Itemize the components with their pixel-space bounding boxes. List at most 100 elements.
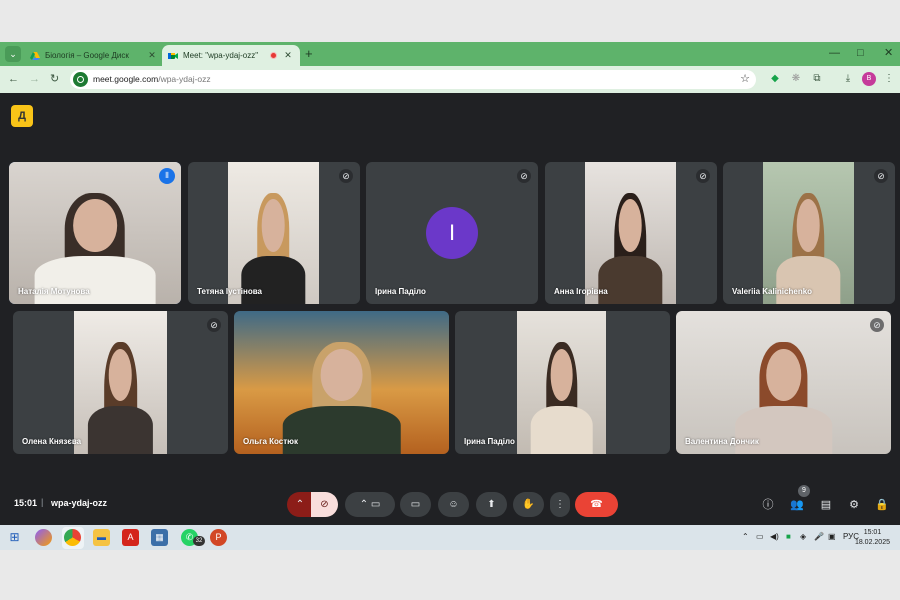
minimize-button[interactable]: — [829, 46, 840, 60]
extension-icon[interactable]: ❋ [789, 72, 803, 86]
browser-tab-strip: ⌄ Біологія – Google Диск ✕ Meet: "wpa-yd… [0, 42, 900, 66]
browser-toolbar: ← → ↻ meet.google.com/wpa-ydaj-ozz ☆ ◆ ❋… [0, 66, 900, 93]
chrome-icon[interactable] [64, 529, 81, 546]
audio-options-chevron-icon[interactable]: ⌃ [287, 492, 313, 517]
participant-name: Ірина Паділо [464, 437, 515, 446]
close-tab-icon[interactable]: ✕ [282, 50, 294, 61]
meeting-time: 15:01 [14, 498, 38, 508]
leave-call-button[interactable]: ☎ [575, 492, 618, 517]
acrobat-icon[interactable]: A [122, 529, 139, 546]
participant-tile[interactable]: I ⊘ Ірина Паділо [366, 162, 538, 304]
participant-tile[interactable]: ⊘ Валентина Дончик [676, 311, 891, 454]
tab-search-button[interactable]: ⌄ [5, 46, 21, 62]
mic-toggle-button[interactable]: ⊘ [311, 492, 338, 517]
close-tab-icon[interactable]: ✕ [146, 50, 158, 61]
people-icon[interactable]: 👥 [789, 497, 805, 513]
host-controls-icon[interactable]: 🔒 [874, 497, 890, 513]
participant-name: Тетяна Іустінова [197, 287, 262, 296]
tab-google-meet[interactable]: Meet: "wpa-ydaj-ozz" ✕ [162, 45, 300, 66]
separator: | [41, 497, 44, 507]
participant-name: Ірина Паділо [375, 287, 426, 296]
captions-button[interactable]: ▭ [400, 492, 431, 517]
clock-time: 15:01 [863, 529, 882, 536]
participant-tile[interactable]: Ольга Костюк [234, 311, 449, 454]
top-margin [0, 0, 900, 42]
meeting-info-icon[interactable]: ⓘ [760, 497, 776, 513]
tray-shield-icon[interactable]: ◈ [800, 532, 806, 541]
extensions-puzzle-icon[interactable]: ⧉ [810, 72, 824, 86]
tab-title: Біологія – Google Диск [45, 51, 129, 60]
url-host: meet.google.com [93, 74, 159, 84]
tray-app-icon[interactable]: ■ [786, 532, 791, 541]
camera-toggle-button[interactable]: ⌃ ▭ [345, 492, 395, 517]
url-text[interactable]: meet.google.com/wpa-ydaj-ozz [93, 74, 211, 84]
people-count-badge: 9 [798, 485, 810, 497]
bookmark-star-icon[interactable]: ☆ [740, 72, 750, 85]
site-info-icon[interactable] [73, 72, 88, 87]
participant-tile[interactable]: ⊘ Олена Князєва [13, 311, 228, 454]
system-clock[interactable]: 15:01 18.02.2025 [855, 528, 890, 548]
present-screen-button[interactable]: ⬆ [476, 492, 507, 517]
participant-tile[interactable]: ⦀ Наталія Мотунова [9, 162, 181, 304]
mic-off-icon: ⊘ [870, 318, 884, 332]
tray-overflow-icon[interactable]: ⌃ [742, 532, 749, 541]
meet-control-bar: 15:01 | wpa-ydaj-ozz ⌃ ⊘ ⌃ ▭ ▭ ☺ ⬆ ✋ ⋮ ☎… [0, 488, 900, 522]
microphone-tray-icon[interactable]: 🎤 [814, 532, 824, 541]
shield-extension-icon[interactable]: ◆ [768, 72, 782, 86]
close-window-button[interactable]: ✕ [884, 46, 893, 60]
tab-title: Meet: "wpa-ydaj-ozz" [183, 51, 259, 60]
maximize-button[interactable]: □ [857, 46, 864, 60]
google-meet-icon [168, 52, 178, 59]
powerpoint-icon[interactable]: P [210, 529, 227, 546]
emoji-reaction-button[interactable]: ☺ [438, 492, 469, 517]
participant-name: Valeriia Kalinichenko [732, 287, 813, 296]
url-path: /wpa-ydaj-ozz [158, 74, 211, 84]
mic-off-icon: ⊘ [874, 169, 888, 183]
volume-icon[interactable]: ◀) [770, 532, 779, 541]
profile-avatar[interactable]: B [862, 72, 876, 86]
more-options-button[interactable]: ⋮ [550, 492, 570, 517]
screenshot-frame: ⌄ Біологія – Google Диск ✕ Meet: "wpa-yd… [0, 0, 900, 600]
clock-date: 18.02.2025 [854, 539, 890, 546]
reload-icon[interactable]: ↻ [50, 72, 59, 86]
forward-arrow-icon[interactable]: → [29, 72, 40, 86]
mic-off-icon: ⊘ [696, 169, 710, 183]
activities-icon[interactable]: ⚙ [846, 497, 862, 513]
participant-tile[interactable]: ⊘ Тетяна Іустінова [188, 162, 360, 304]
file-explorer-icon[interactable]: ▬ [93, 529, 110, 546]
google-drive-icon [30, 51, 40, 60]
browser-menu-icon[interactable]: ⋮ [882, 72, 896, 86]
meeting-logo: Д [11, 105, 33, 127]
windows-start-icon[interactable]: ⊞ [6, 529, 23, 546]
recording-indicator-icon [270, 52, 277, 59]
address-bar[interactable]: meet.google.com/wpa-ydaj-ozz ☆ [70, 70, 756, 89]
mic-off-icon: ⊘ [207, 318, 221, 332]
raise-hand-button[interactable]: ✋ [513, 492, 544, 517]
network-icon[interactable]: ▭ [756, 532, 764, 541]
tab-google-drive[interactable]: Біологія – Google Диск ✕ [24, 45, 164, 66]
meet-stage: Д ⦀ Наталія Мотунова ⊘ Тетяна Іустінова … [0, 93, 900, 525]
speaking-indicator-icon: ⦀ [159, 168, 175, 184]
new-tab-button[interactable]: + [305, 47, 313, 60]
participant-name: Ольга Костюк [243, 437, 298, 446]
participant-tile[interactable]: ⊘ Valeriia Kalinichenko [723, 162, 895, 304]
participant-tile[interactable]: ⊘ Анна Ігорівна [545, 162, 717, 304]
meeting-code: wpa-ydaj-ozz [51, 498, 108, 508]
windows-taskbar: ⊞ ▬ A ▦ ✆ 32 P ⌃ ▭ ◀) ■ ◈ 🎤 ▣ РУС 15:01 … [0, 525, 900, 550]
participant-name: Олена Князєва [22, 437, 82, 446]
participant-name: Анна Ігорівна [554, 287, 608, 296]
chat-icon[interactable]: ▤ [818, 497, 834, 513]
mic-off-icon: ⊘ [517, 169, 531, 183]
back-arrow-icon[interactable]: ← [8, 72, 19, 86]
participant-avatar: I [426, 207, 478, 259]
participant-name: Наталія Мотунова [18, 287, 90, 296]
whatsapp-unread-badge: 32 [193, 536, 205, 546]
tray-device-icon[interactable]: ▣ [828, 532, 836, 541]
participant-tile[interactable]: Ірина Паділо [455, 311, 670, 454]
calculator-icon[interactable]: ▦ [151, 529, 168, 546]
bottom-margin [0, 550, 900, 600]
mic-off-icon: ⊘ [339, 169, 353, 183]
download-icon[interactable]: ⤓ [841, 72, 855, 86]
participant-name: Валентина Дончик [685, 437, 759, 446]
copilot-icon[interactable] [35, 529, 52, 546]
